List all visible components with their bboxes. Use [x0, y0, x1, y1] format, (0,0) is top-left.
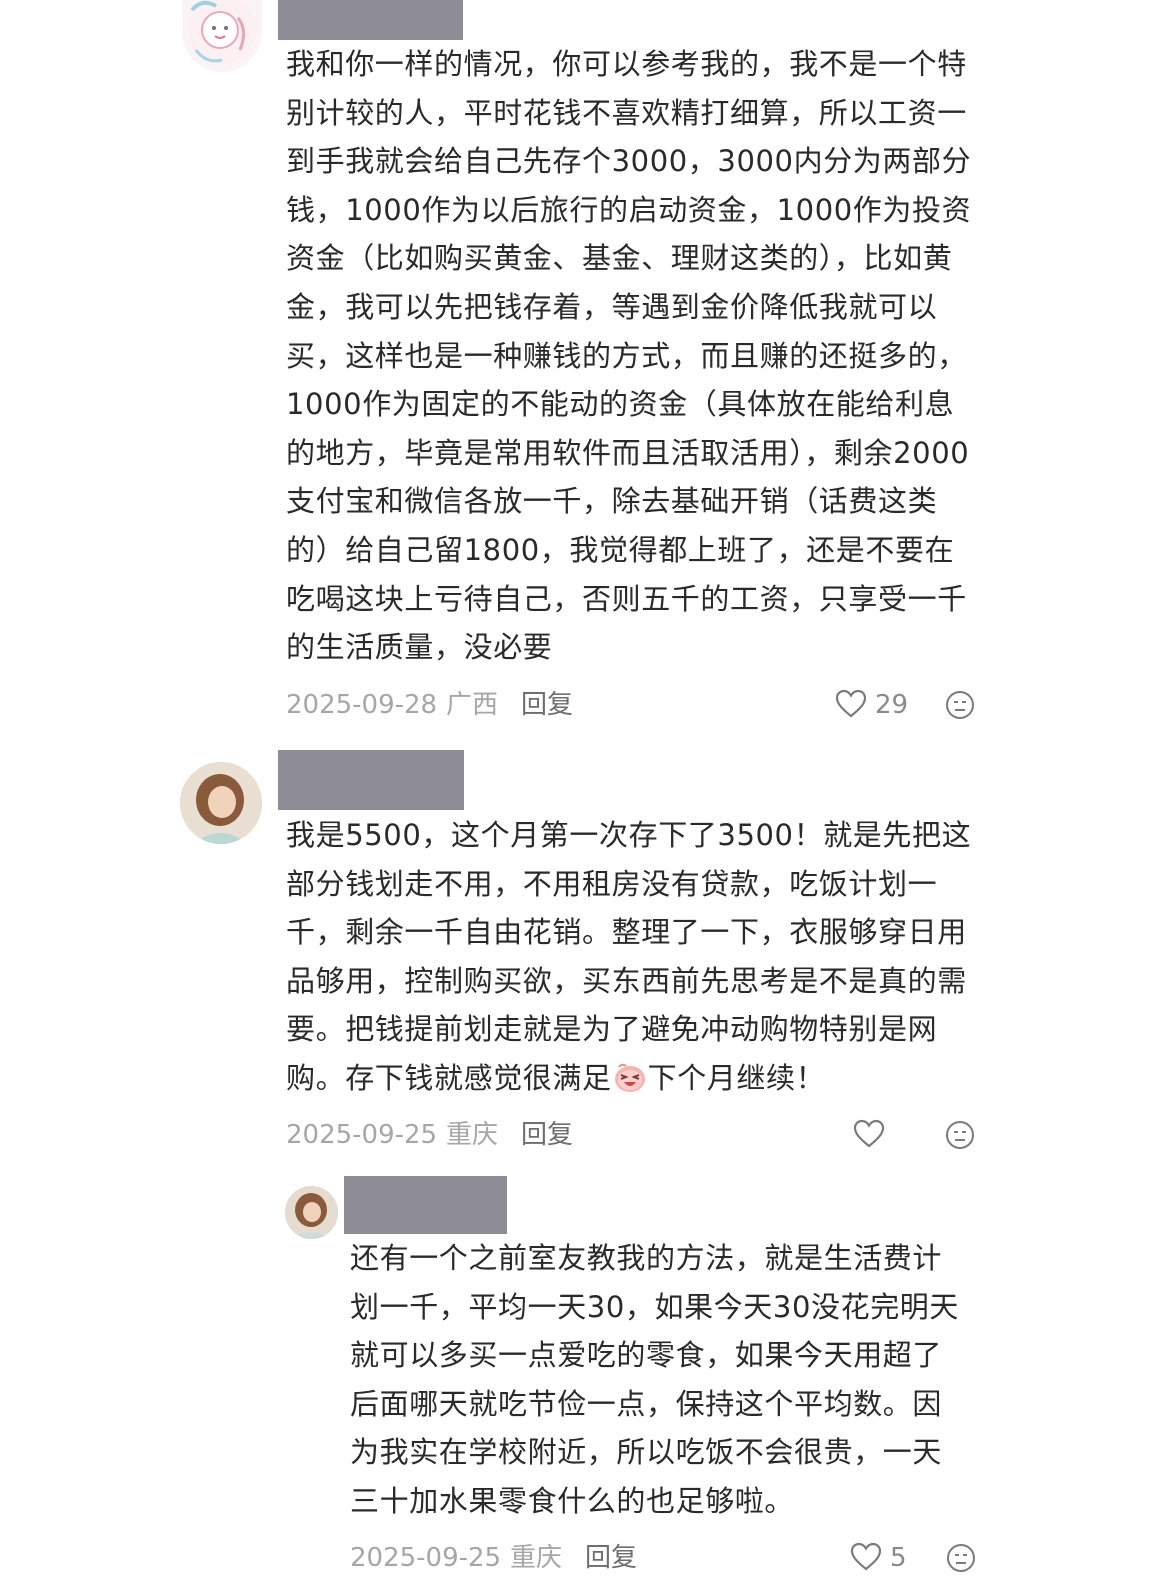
avatar[interactable] — [285, 1186, 338, 1239]
heart-icon[interactable] — [853, 1119, 885, 1149]
comment-location: 广西 — [446, 690, 499, 720]
like-count: 29 — [875, 690, 909, 720]
reply-button[interactable]: 回复 — [521, 1115, 573, 1155]
comment-text-part: 下个月继续！ — [647, 1060, 826, 1095]
comment-meta: 2025-09-28 广西 回复 29 — [286, 685, 986, 725]
comment-text-part: 我是5500，这个月第一次存下了3500！就是先把这部分钱划走不用，不用租房没有… — [286, 818, 972, 1095]
comment-text: 我是5500，这个月第一次存下了3500！就是先把这部分钱划走不用，不用租房没有… — [286, 811, 976, 1103]
laughing-face-emoji — [614, 1059, 646, 1092]
reply-button[interactable]: 回复 — [521, 685, 573, 725]
neutral-face-icon[interactable] — [945, 690, 975, 720]
reply-button[interactable]: 回复 — [585, 1538, 637, 1578]
like-count: 5 — [890, 1543, 907, 1573]
comment-text: 我和你一样的情况，你可以参考我的，我不是一个特别计较的人，平时花钱不喜欢精打细算… — [286, 47, 972, 665]
comment-date: 2025-09-25 — [286, 1120, 438, 1150]
username-redacted[interactable] — [278, 0, 463, 40]
heart-icon[interactable] — [835, 689, 867, 719]
heart-icon[interactable] — [850, 1542, 882, 1572]
username-redacted[interactable] — [344, 1176, 507, 1234]
comment-text: 还有一个之前室友教我的方法，就是生活费计划一千，平均一天30，如果今天30没花完… — [350, 1241, 960, 1518]
comment-location: 重庆 — [510, 1543, 563, 1573]
comment-date: 2025-09-28 — [286, 690, 438, 720]
username-redacted[interactable] — [278, 750, 464, 810]
avatar[interactable] — [182, 0, 262, 72]
neutral-face-icon[interactable] — [945, 1120, 975, 1150]
comment-date: 2025-09-25 — [350, 1543, 502, 1573]
neutral-face-icon[interactable] — [946, 1543, 976, 1573]
comment-meta: 2025-09-25 重庆 回复 5 — [350, 1538, 990, 1578]
comment-meta: 2025-09-25 重庆 回复 — [286, 1115, 986, 1155]
avatar[interactable] — [180, 762, 262, 844]
comment-location: 重庆 — [446, 1120, 499, 1150]
